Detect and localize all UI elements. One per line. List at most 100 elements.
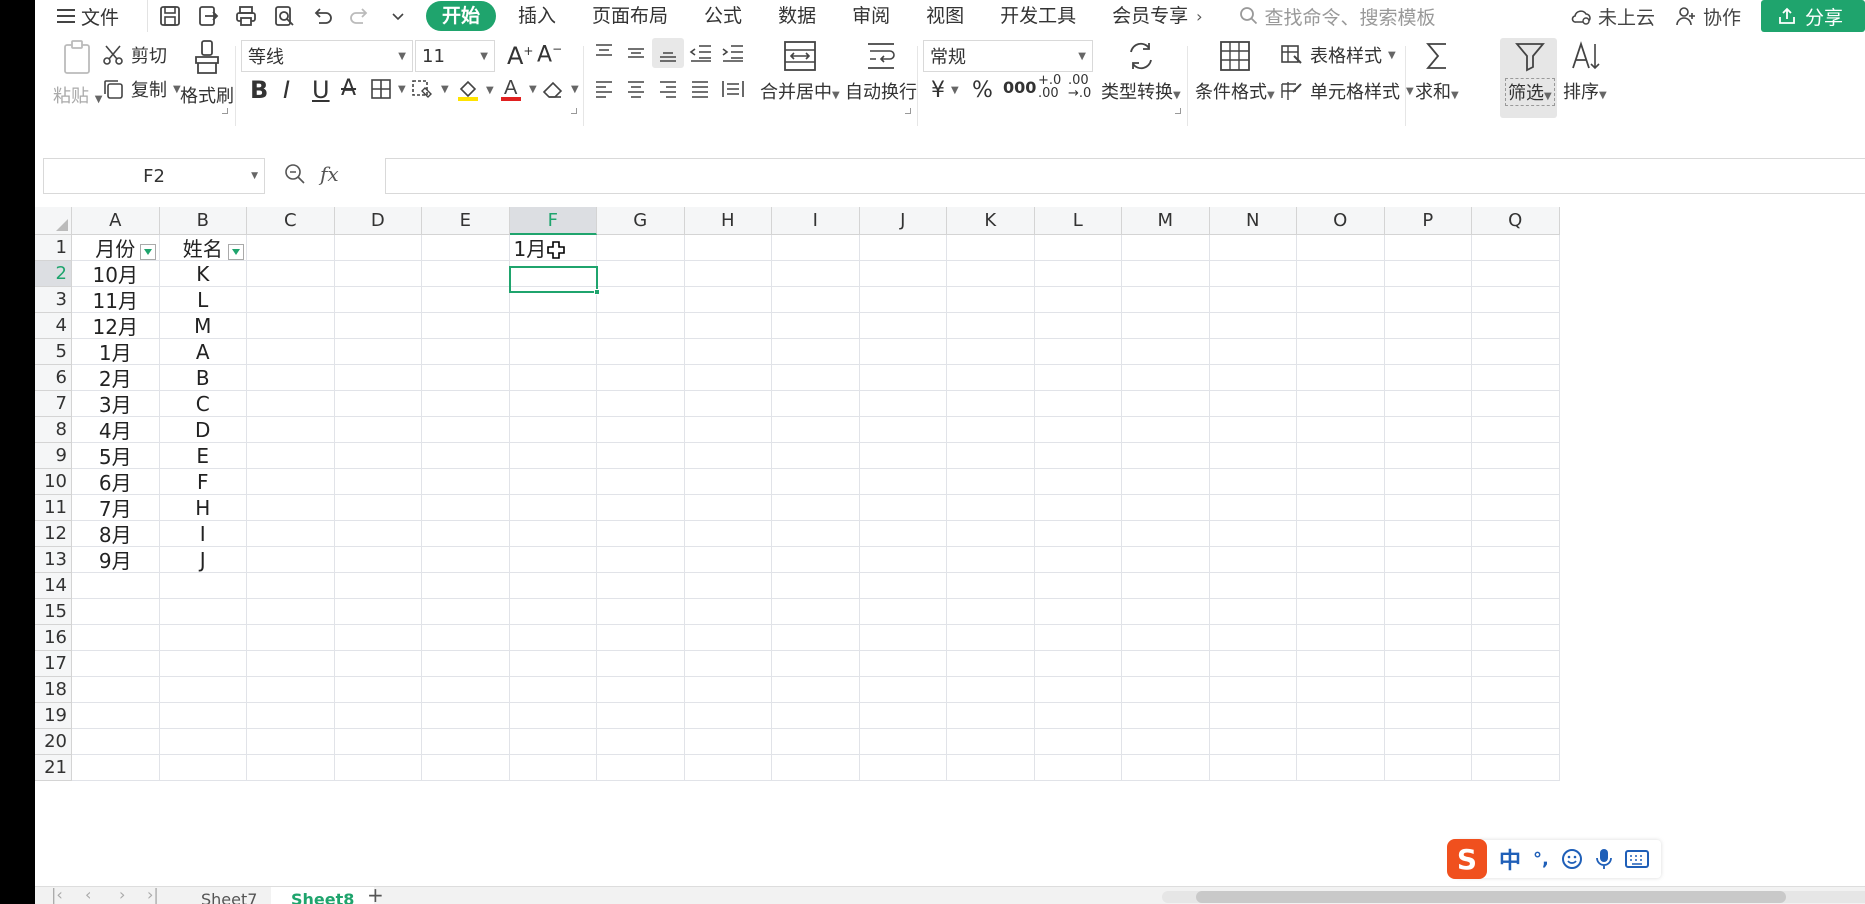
cell-g8[interactable] xyxy=(597,417,685,443)
cell-l20[interactable] xyxy=(1034,729,1122,755)
cell-n8[interactable] xyxy=(1209,417,1297,443)
microphone-icon[interactable] xyxy=(1595,848,1613,870)
cell-o15[interactable] xyxy=(1297,599,1385,625)
cell-l9[interactable] xyxy=(1034,443,1122,469)
cell-q1[interactable] xyxy=(1472,235,1560,261)
decrease-decimal-button[interactable]: .00 →.0 xyxy=(1068,74,1091,100)
collaborate-button[interactable]: 协作 xyxy=(1675,3,1741,30)
cell-j5[interactable] xyxy=(859,339,947,365)
row-header-11[interactable]: 11 xyxy=(35,495,72,521)
cell-n5[interactable] xyxy=(1209,339,1297,365)
cell-e10[interactable] xyxy=(422,469,510,495)
column-header-m[interactable]: M xyxy=(1122,207,1210,235)
cell-q7[interactable] xyxy=(1472,391,1560,417)
align-bottom-button[interactable] xyxy=(652,38,684,68)
cell-k11[interactable] xyxy=(947,495,1035,521)
cell-p4[interactable] xyxy=(1384,313,1472,339)
cell-q6[interactable] xyxy=(1472,365,1560,391)
cell-d16[interactable] xyxy=(334,625,422,651)
cell-q18[interactable] xyxy=(1472,677,1560,703)
cell-p1[interactable] xyxy=(1384,235,1472,261)
cell-j17[interactable] xyxy=(859,651,947,677)
cell-n9[interactable] xyxy=(1209,443,1297,469)
cell-c11[interactable] xyxy=(247,495,335,521)
cell-k4[interactable] xyxy=(947,313,1035,339)
row-header-10[interactable]: 10 xyxy=(35,469,72,495)
cell-q12[interactable] xyxy=(1472,521,1560,547)
clear-format-button[interactable]: ▼ xyxy=(541,78,579,100)
redo-icon[interactable] xyxy=(348,4,372,28)
paste-button[interactable]: 粘贴 ▼ xyxy=(53,40,102,108)
column-header-d[interactable]: D xyxy=(334,207,422,235)
cell-d18[interactable] xyxy=(334,677,422,703)
cell-m18[interactable] xyxy=(1122,677,1210,703)
cell-g6[interactable] xyxy=(597,365,685,391)
row-header-2[interactable]: 2 xyxy=(35,261,72,287)
cell-c9[interactable] xyxy=(247,443,335,469)
cell-d14[interactable] xyxy=(334,573,422,599)
cell-d1[interactable] xyxy=(334,235,422,261)
cell-e4[interactable] xyxy=(422,313,510,339)
cell-g13[interactable] xyxy=(597,547,685,573)
cell-b15[interactable] xyxy=(159,599,247,625)
cell-n19[interactable] xyxy=(1209,703,1297,729)
cell-p7[interactable] xyxy=(1384,391,1472,417)
column-header-a[interactable]: A xyxy=(72,207,160,235)
font-name-select[interactable]: 等线 ▼ xyxy=(241,40,413,72)
cell-o7[interactable] xyxy=(1297,391,1385,417)
cell-h10[interactable] xyxy=(684,469,772,495)
border-button[interactable]: ▼ xyxy=(370,78,406,100)
cell-b12[interactable]: I xyxy=(159,521,247,547)
last-sheet-nav-icon[interactable]: ›| xyxy=(147,885,159,904)
cell-e21[interactable] xyxy=(422,755,510,781)
cell-m17[interactable] xyxy=(1122,651,1210,677)
cell-h2[interactable] xyxy=(684,261,772,287)
cell-c2[interactable] xyxy=(247,261,335,287)
cell-l8[interactable] xyxy=(1034,417,1122,443)
ime-mode[interactable]: 中 xyxy=(1499,843,1521,875)
cell-k17[interactable] xyxy=(947,651,1035,677)
cell-p13[interactable] xyxy=(1384,547,1472,573)
cell-o5[interactable] xyxy=(1297,339,1385,365)
cell-m5[interactable] xyxy=(1122,339,1210,365)
cell-e2[interactable] xyxy=(422,261,510,287)
cell-j13[interactable] xyxy=(859,547,947,573)
cell-k19[interactable] xyxy=(947,703,1035,729)
cell-q10[interactable] xyxy=(1472,469,1560,495)
sheet-tab-sheet7[interactable]: Sheet7 xyxy=(181,887,277,904)
cell-k16[interactable] xyxy=(947,625,1035,651)
cell-l11[interactable] xyxy=(1034,495,1122,521)
italic-button[interactable]: I xyxy=(283,76,290,104)
bold-button[interactable]: B xyxy=(250,76,268,104)
cut-button[interactable]: 剪切 xyxy=(101,42,167,68)
cell-o9[interactable] xyxy=(1297,443,1385,469)
cell-l5[interactable] xyxy=(1034,339,1122,365)
export-icon[interactable] xyxy=(196,4,220,28)
cell-a8[interactable]: 4月 xyxy=(72,417,160,443)
cell-d8[interactable] xyxy=(334,417,422,443)
cell-a14[interactable] xyxy=(72,573,160,599)
row-header-20[interactable]: 20 xyxy=(35,729,72,755)
column-header-j[interactable]: J xyxy=(859,207,947,235)
cell-n12[interactable] xyxy=(1209,521,1297,547)
cell-k3[interactable] xyxy=(947,287,1035,313)
cell-n2[interactable] xyxy=(1209,261,1297,287)
cell-c18[interactable] xyxy=(247,677,335,703)
thousands-separator-button[interactable]: 000 xyxy=(1003,78,1036,97)
cell-k7[interactable] xyxy=(947,391,1035,417)
tab-view[interactable]: 视图 xyxy=(908,1,982,31)
row-header-16[interactable]: 16 xyxy=(35,625,72,651)
cell-p5[interactable] xyxy=(1384,339,1472,365)
cell-f14[interactable] xyxy=(509,573,597,599)
cell-b14[interactable] xyxy=(159,573,247,599)
cell-c1[interactable] xyxy=(247,235,335,261)
column-header-b[interactable]: B xyxy=(159,207,247,235)
cell-d19[interactable] xyxy=(334,703,422,729)
cell-h20[interactable] xyxy=(684,729,772,755)
cell-d20[interactable] xyxy=(334,729,422,755)
cell-h12[interactable] xyxy=(684,521,772,547)
cell-i17[interactable] xyxy=(772,651,860,677)
cell-f13[interactable] xyxy=(509,547,597,573)
font-launcher-icon[interactable] xyxy=(571,108,577,114)
cell-e8[interactable] xyxy=(422,417,510,443)
